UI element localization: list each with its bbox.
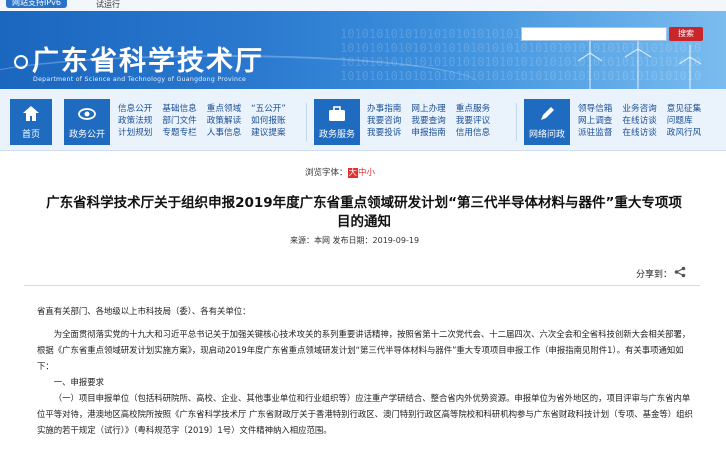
nav-link[interactable]: 政策解读 — [207, 115, 241, 127]
salutation: 省直有关部门、各地级以上市科技局（委）、各有关单位： — [37, 306, 251, 316]
nav-link[interactable]: 信息公开 — [118, 103, 152, 115]
nav-link[interactable]: “五公开” — [251, 103, 286, 115]
trial-run-label: 试运行 — [96, 0, 120, 9]
nav-affairs-label: 政务公开 — [68, 130, 105, 140]
font-size-medium[interactable]: 中 — [358, 168, 367, 178]
site-subtitle: Department of Science and Technology of … — [33, 76, 247, 83]
section-heading: 一、申报要求 — [53, 377, 105, 387]
site-title: 广东省科学技术厅 — [32, 46, 264, 77]
interaction-links: 领导信箱 业务咨询 意见征集 网上调查 在线访谈 问题库 派驻监督 在线访谈 政风行风 — [578, 103, 711, 139]
site-banner: 1010101010101010101010101010101010101010… — [0, 11, 726, 89]
nav-link[interactable]: 政策法规 — [118, 115, 152, 127]
nav-link[interactable]: 如何报账 — [251, 115, 285, 127]
article-meta: 来源：本网 发布日期：2019-09-19 — [290, 236, 420, 245]
nav-link[interactable]: 问题库 — [667, 115, 693, 127]
nav-link[interactable]: 意见征集 — [667, 103, 701, 115]
search-button[interactable]: 搜索 — [669, 27, 703, 41]
nav-link[interactable]: 建议提案 — [251, 127, 285, 139]
nav-link[interactable]: 派驻监督 — [578, 127, 612, 139]
nav-divider — [516, 103, 517, 141]
nav-link[interactable]: 信用信息 — [456, 127, 490, 139]
nav-link[interactable]: 业务咨询 — [622, 103, 656, 115]
nav-link[interactable]: 网上办理 — [411, 103, 445, 115]
nav-affairs[interactable]: 政务公开 — [64, 99, 110, 145]
nav-home[interactable]: 首页 — [10, 99, 52, 145]
top-strip: 网站支持IPv6 试运行 — [0, 0, 726, 11]
briefcase-icon — [329, 106, 345, 121]
nav-link[interactable]: 我要投诉 — [367, 127, 401, 139]
nav-link[interactable]: 领导信箱 — [578, 103, 612, 115]
nav-link[interactable]: 政风行风 — [667, 127, 701, 139]
affairs-links: 信息公开 基础信息 重点领域 “五公开” 政策法规 部门文件 政策解读 如何报账 计划规划专… — [118, 103, 296, 139]
nav-interaction[interactable]: 网络问政 — [524, 99, 570, 145]
main-nav: 首页 政务公开 信息公开 基础信息 重点领域 “五公开” 政策法规 部门文件 政策解读 如何… — [0, 89, 726, 151]
divider — [24, 285, 700, 286]
nav-link[interactable]: 在线访谈 — [622, 127, 656, 139]
nav-link[interactable]: 基础信息 — [162, 103, 196, 115]
nav-link[interactable]: 网上调查 — [578, 115, 612, 127]
eye-icon — [78, 108, 96, 120]
nav-link[interactable]: 部门文件 — [162, 115, 196, 127]
pen-icon — [541, 107, 554, 120]
font-size-label: 浏览字体： — [305, 168, 348, 178]
share-icon[interactable] — [674, 266, 686, 278]
nav-divider — [306, 103, 307, 141]
logo-mark — [14, 55, 28, 69]
nav-link[interactable]: 申报指南 — [411, 127, 445, 139]
nav-link[interactable]: 人事信息 — [207, 127, 241, 139]
ipv6-badge: 网站支持IPv6 — [6, 0, 68, 8]
font-size-switcher: 浏览字体：大中小 — [305, 166, 375, 178]
article-title: 广东省科学技术厅关于组织申报2019年度广东省重点领域研发计划“第三代半导体材料… — [46, 195, 682, 230]
share-label: 分享到： — [636, 270, 673, 280]
nav-link[interactable]: 在线访谈 — [622, 115, 656, 127]
windmill-illustration — [577, 39, 702, 89]
home-icon — [23, 106, 39, 121]
nav-link[interactable]: 专题专栏 — [162, 127, 196, 139]
paragraph: （一）项目申报单位（包括科研院所、高校、企业、其他事业单位和行业组织等）应注重产… — [37, 393, 693, 435]
nav-link[interactable]: 重点服务 — [456, 103, 490, 115]
search-input[interactable] — [521, 27, 667, 41]
article-body: 省直有关部门、各地级以上市科技局（委）、各有关单位： 为全面贯彻落实党的十九大和… — [37, 303, 693, 438]
nav-interaction-label: 网络问政 — [528, 130, 565, 140]
services-links: 办事指南 网上办理 重点服务 我要咨询 我要查询 我要评议 我要投诉 申报指南 信用信息 — [367, 103, 500, 139]
nav-link[interactable]: 我要评议 — [456, 115, 490, 127]
nav-link[interactable]: 办事指南 — [367, 103, 401, 115]
nav-link[interactable]: 计划规划 — [118, 127, 152, 139]
nav-services-label: 政务服务 — [318, 130, 355, 140]
nav-link[interactable]: 我要咨询 — [367, 115, 401, 127]
nav-link[interactable]: 重点领域 — [207, 103, 241, 115]
font-size-small[interactable]: 小 — [367, 168, 376, 178]
nav-services[interactable]: 政务服务 — [314, 99, 360, 145]
paragraph: 为全面贯彻落实党的十九大和习近平总书记关于加强关键核心技术攻关的系列重要讲话精神… — [37, 329, 691, 371]
font-size-large[interactable]: 大 — [347, 168, 359, 178]
nav-link[interactable]: 我要查询 — [411, 115, 445, 127]
nav-home-label: 首页 — [21, 130, 40, 140]
